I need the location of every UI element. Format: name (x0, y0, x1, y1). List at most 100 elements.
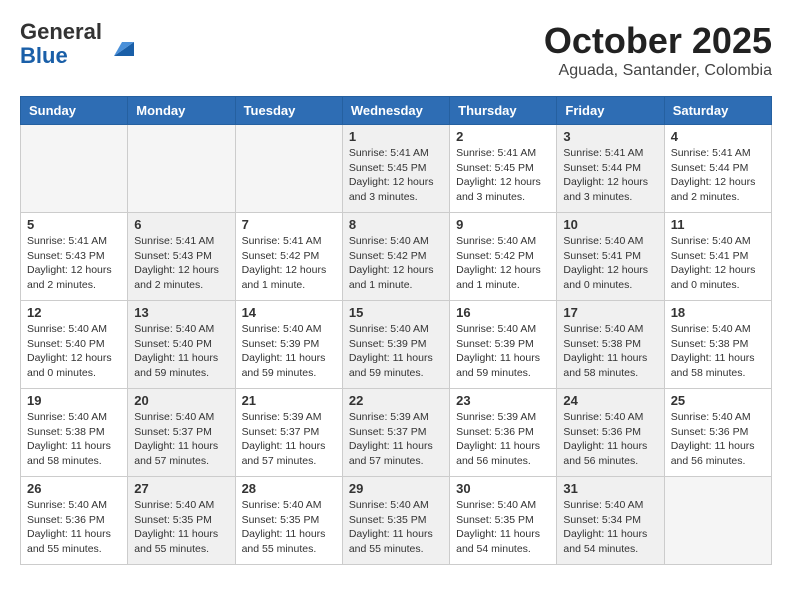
day-info: Sunrise: 5:40 AMSunset: 5:39 PMDaylight:… (242, 322, 336, 381)
day-number: 3 (563, 129, 657, 144)
calendar-cell: 9 Sunrise: 5:40 AMSunset: 5:42 PMDaylight… (450, 213, 557, 301)
calendar-cell: 23 Sunrise: 5:39 AMSunset: 5:36 PMDayligh… (450, 389, 557, 477)
calendar-cell: 3 Sunrise: 5:41 AMSunset: 5:44 PMDaylight… (557, 125, 664, 213)
calendar-cell: 14Sunrise: 5:40 AMSunset: 5:39 PMDayligh… (235, 301, 342, 389)
calendar-cell: 26 Sunrise: 5:40 AMSunset: 5:36 PMDayligh… (21, 477, 128, 565)
calendar-cell: 7 Sunrise: 5:41 AMSunset: 5:42 PMDaylight… (235, 213, 342, 301)
day-info: Sunrise: 5:40 AMSunset: 5:35 PMDaylight:… (134, 498, 228, 557)
calendar-week-row: 12 Sunrise: 5:40 AMSunset: 5:40 PMDayligh… (21, 301, 772, 389)
calendar-week-row: 5 Sunrise: 5:41 AMSunset: 5:43 PMDaylight… (21, 213, 772, 301)
day-info: Sunrise: 5:40 AMSunset: 5:40 PMDaylight:… (27, 322, 121, 381)
weekday-header-monday: Monday (128, 97, 235, 125)
day-number: 8 (349, 217, 443, 232)
location: Aguada, Santander, Colombia (544, 62, 772, 80)
day-info: Sunrise: 5:40 AMSunset: 5:35 PMDaylight:… (349, 498, 443, 557)
calendar-cell: 1 Sunrise: 5:41 AMSunset: 5:45 PMDaylight… (342, 125, 449, 213)
calendar-cell: 29 Sunrise: 5:40 AMSunset: 5:35 PMDayligh… (342, 477, 449, 565)
day-number: 29 (349, 481, 443, 496)
calendar-cell: 21Sunrise: 5:39 AMSunset: 5:37 PMDayligh… (235, 389, 342, 477)
day-number: 16 (456, 305, 550, 320)
calendar-cell: 30 Sunrise: 5:40 AMSunset: 5:35 PMDayligh… (450, 477, 557, 565)
calendar-cell (664, 477, 771, 565)
day-number: 5 (27, 217, 121, 232)
calendar-cell: 4Sunrise: 5:41 AMSunset: 5:44 PMDaylight… (664, 125, 771, 213)
day-info: Sunrise: 5:41 AMSunset: 5:43 PMDaylight:… (27, 234, 121, 293)
calendar-cell: 8 Sunrise: 5:40 AMSunset: 5:42 PMDaylight… (342, 213, 449, 301)
calendar-cell: 17 Sunrise: 5:40 AMSunset: 5:38 PMDayligh… (557, 301, 664, 389)
day-info: Sunrise: 5:40 AMSunset: 5:38 PMDaylight:… (563, 322, 657, 381)
month-title: October 2025 (544, 20, 772, 62)
weekday-header-thursday: Thursday (450, 97, 557, 125)
day-number: 11 (671, 217, 765, 232)
day-info: Sunrise: 5:40 AMSunset: 5:36 PMDaylight:… (27, 498, 121, 557)
calendar-cell (128, 125, 235, 213)
logo-general-text: General (20, 19, 102, 44)
day-number: 4 (671, 129, 765, 144)
day-number: 9 (456, 217, 550, 232)
day-number: 22 (349, 393, 443, 408)
logo-blue-text: Blue (20, 43, 68, 68)
day-number: 30 (456, 481, 550, 496)
day-number: 12 (27, 305, 121, 320)
logo: General Blue (20, 20, 138, 68)
calendar-cell: 27 Sunrise: 5:40 AMSunset: 5:35 PMDayligh… (128, 477, 235, 565)
day-info: Sunrise: 5:39 AMSunset: 5:37 PMDaylight:… (349, 410, 443, 469)
day-info: Sunrise: 5:40 AMSunset: 5:37 PMDaylight:… (134, 410, 228, 469)
calendar-week-row: 1 Sunrise: 5:41 AMSunset: 5:45 PMDaylight… (21, 125, 772, 213)
calendar-cell: 10Sunrise: 5:40 AMSunset: 5:41 PMDayligh… (557, 213, 664, 301)
day-info: Sunrise: 5:40 AMSunset: 5:34 PMDaylight:… (563, 498, 657, 557)
calendar-cell: 16Sunrise: 5:40 AMSunset: 5:39 PMDayligh… (450, 301, 557, 389)
calendar-cell: 24Sunrise: 5:40 AMSunset: 5:36 PMDayligh… (557, 389, 664, 477)
weekday-header-tuesday: Tuesday (235, 97, 342, 125)
day-info: Sunrise: 5:41 AMSunset: 5:42 PMDaylight:… (242, 234, 336, 293)
day-number: 10 (563, 217, 657, 232)
day-number: 26 (27, 481, 121, 496)
day-number: 27 (134, 481, 228, 496)
day-number: 19 (27, 393, 121, 408)
day-info: Sunrise: 5:40 AMSunset: 5:38 PMDaylight:… (671, 322, 765, 381)
day-number: 31 (563, 481, 657, 496)
day-info: Sunrise: 5:40 AMSunset: 5:42 PMDaylight:… (456, 234, 550, 293)
day-info: Sunrise: 5:39 AMSunset: 5:36 PMDaylight:… (456, 410, 550, 469)
day-info: Sunrise: 5:41 AMSunset: 5:45 PMDaylight:… (456, 146, 550, 205)
day-info: Sunrise: 5:39 AMSunset: 5:37 PMDaylight:… (242, 410, 336, 469)
calendar-week-row: 19 Sunrise: 5:40 AMSunset: 5:38 PMDayligh… (21, 389, 772, 477)
day-number: 17 (563, 305, 657, 320)
calendar-cell: 2Sunrise: 5:41 AMSunset: 5:45 PMDaylight… (450, 125, 557, 213)
calendar-cell: 15 Sunrise: 5:40 AMSunset: 5:39 PMDayligh… (342, 301, 449, 389)
weekday-header-friday: Friday (557, 97, 664, 125)
calendar-cell: 6Sunrise: 5:41 AMSunset: 5:43 PMDaylight… (128, 213, 235, 301)
day-info: Sunrise: 5:40 AMSunset: 5:41 PMDaylight:… (671, 234, 765, 293)
day-number: 13 (134, 305, 228, 320)
calendar-cell (235, 125, 342, 213)
weekday-header-sunday: Sunday (21, 97, 128, 125)
title-block: October 2025 Aguada, Santander, Colombia (544, 20, 772, 80)
day-number: 28 (242, 481, 336, 496)
day-info: Sunrise: 5:40 AMSunset: 5:35 PMDaylight:… (456, 498, 550, 557)
calendar-week-row: 26 Sunrise: 5:40 AMSunset: 5:36 PMDayligh… (21, 477, 772, 565)
day-info: Sunrise: 5:41 AMSunset: 5:45 PMDaylight:… (349, 146, 443, 205)
day-info: Sunrise: 5:40 AMSunset: 5:39 PMDaylight:… (349, 322, 443, 381)
day-number: 7 (242, 217, 336, 232)
calendar-cell: 19 Sunrise: 5:40 AMSunset: 5:38 PMDayligh… (21, 389, 128, 477)
day-info: Sunrise: 5:40 AMSunset: 5:35 PMDaylight:… (242, 498, 336, 557)
calendar-cell: 28 Sunrise: 5:40 AMSunset: 5:35 PMDayligh… (235, 477, 342, 565)
calendar-cell: 5 Sunrise: 5:41 AMSunset: 5:43 PMDaylight… (21, 213, 128, 301)
day-number: 15 (349, 305, 443, 320)
day-number: 1 (349, 129, 443, 144)
day-info: Sunrise: 5:41 AMSunset: 5:44 PMDaylight:… (563, 146, 657, 205)
day-info: Sunrise: 5:40 AMSunset: 5:40 PMDaylight:… (134, 322, 228, 381)
calendar-cell: 22 Sunrise: 5:39 AMSunset: 5:37 PMDayligh… (342, 389, 449, 477)
day-info: Sunrise: 5:40 AMSunset: 5:38 PMDaylight:… (27, 410, 121, 469)
calendar-cell: 18 Sunrise: 5:40 AMSunset: 5:38 PMDayligh… (664, 301, 771, 389)
day-info: Sunrise: 5:40 AMSunset: 5:42 PMDaylight:… (349, 234, 443, 293)
day-number: 18 (671, 305, 765, 320)
calendar-cell: 25Sunrise: 5:40 AMSunset: 5:36 PMDayligh… (664, 389, 771, 477)
day-number: 23 (456, 393, 550, 408)
logo-icon (106, 28, 138, 60)
day-info: Sunrise: 5:40 AMSunset: 5:36 PMDaylight:… (563, 410, 657, 469)
calendar-cell: 13 Sunrise: 5:40 AMSunset: 5:40 PMDayligh… (128, 301, 235, 389)
day-info: Sunrise: 5:41 AMSunset: 5:43 PMDaylight:… (134, 234, 228, 293)
calendar-cell: 11 Sunrise: 5:40 AMSunset: 5:41 PMDayligh… (664, 213, 771, 301)
weekday-header-row: SundayMondayTuesdayWednesdayThursdayFrid… (21, 97, 772, 125)
